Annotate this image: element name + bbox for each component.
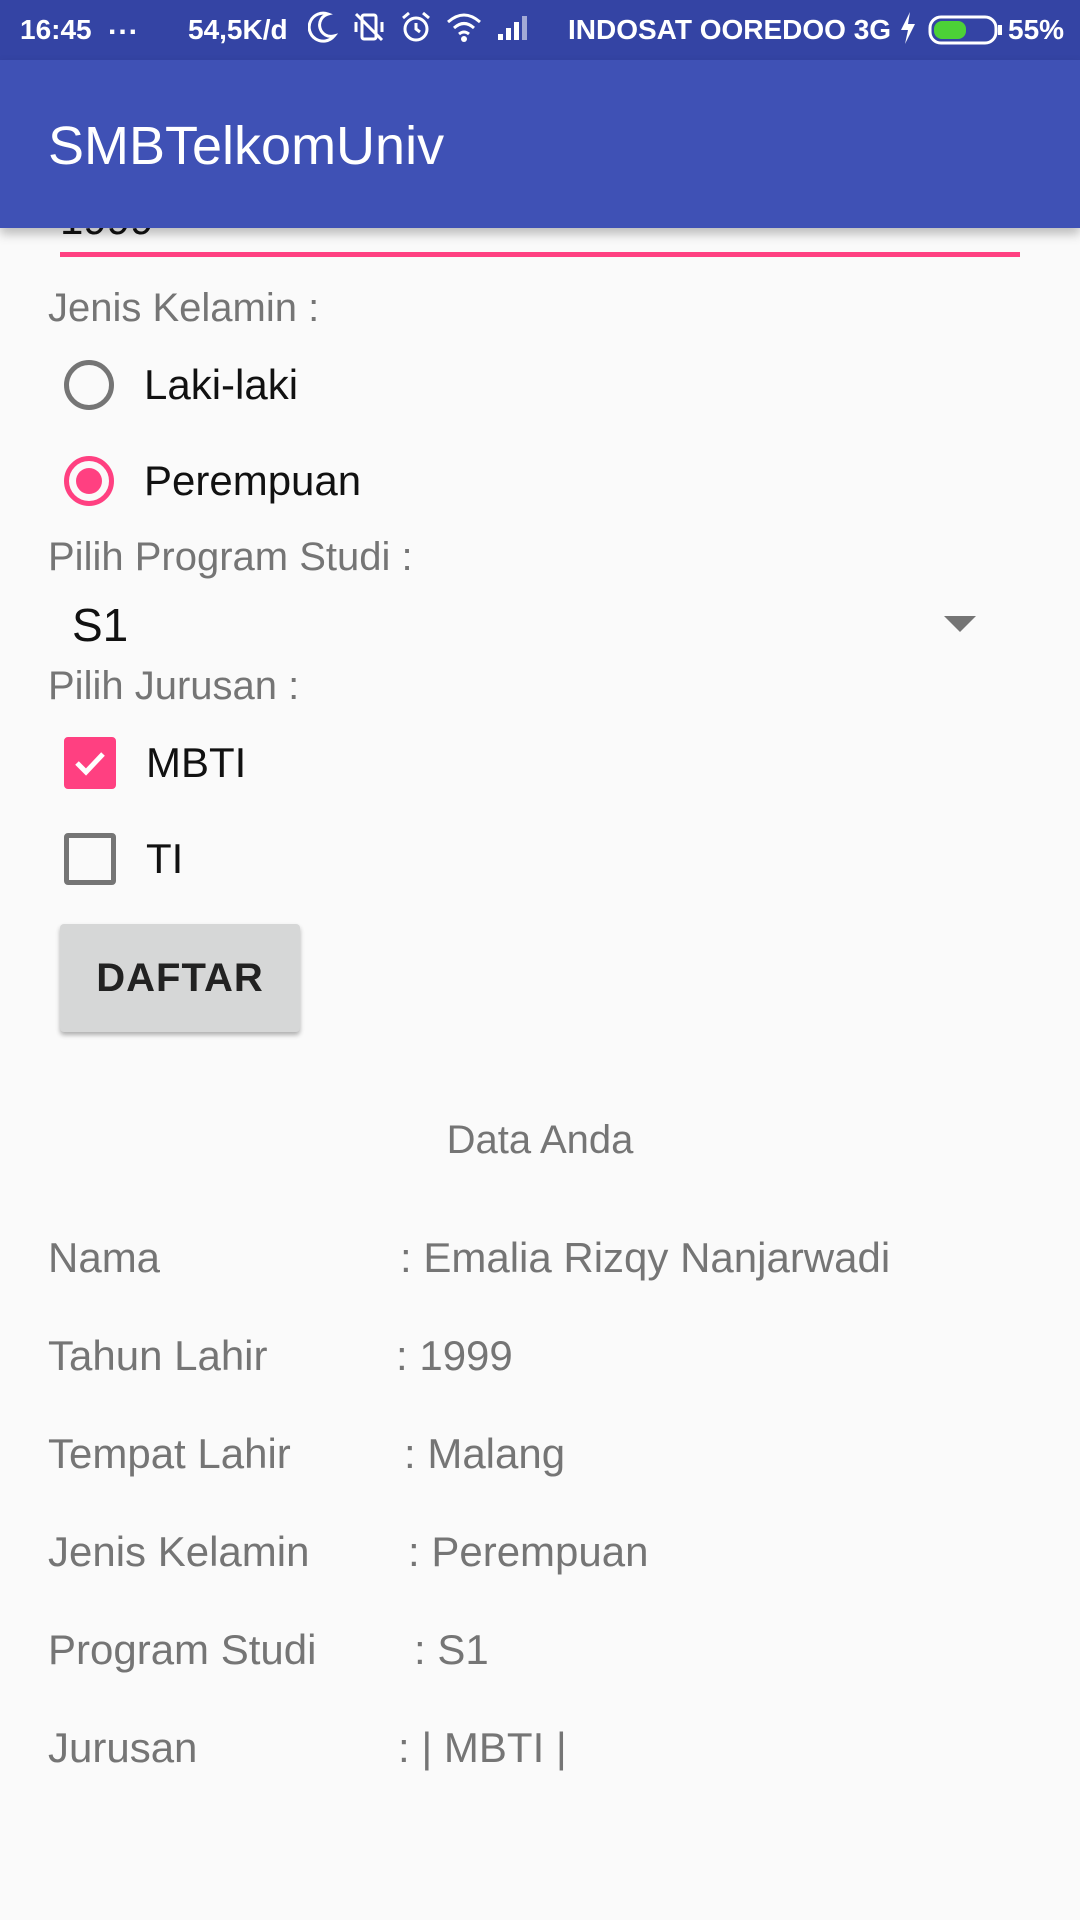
radio-perempuan[interactable]: Perempuan (64, 446, 361, 516)
result-value: : Malang (404, 1430, 566, 1477)
app-bar: SMBTelkomUniv (0, 60, 1080, 228)
result-title: Data Anda (446, 1118, 634, 1162)
result-key: Tempat Lahir (48, 1430, 291, 1477)
status-bar: 16:45 ... 54,5K/d INDOSAT OOREDOO 3G 55% (0, 0, 1080, 60)
checkbox-ti[interactable]: TI (64, 824, 183, 894)
radio-checked-icon (64, 456, 114, 506)
result-value: : 1999 (396, 1332, 513, 1379)
year-input-underline (60, 252, 1020, 257)
result-key: Nama (48, 1234, 161, 1281)
radio-unchecked-icon (64, 360, 114, 410)
program-spinner[interactable]: S1 (48, 590, 988, 660)
checkbox-mbti[interactable]: MBTI (64, 728, 246, 798)
app-title: SMBTelkomUniv (48, 116, 445, 176)
checkbox-checked-icon (64, 737, 116, 789)
wifi-icon (447, 13, 481, 42)
alarm-icon (402, 11, 430, 42)
program-label: Pilih Program Studi : (48, 535, 413, 579)
daftar-button[interactable]: DAFTAR (60, 924, 300, 1032)
radio-label: Perempuan (144, 457, 362, 504)
vibrate-off-icon (354, 12, 384, 42)
result-value: : | MBTI | (398, 1724, 567, 1771)
result-row: Nama : Emalia Rizqy Nanjarwadi (48, 1234, 1048, 1294)
status-icons (308, 10, 530, 44)
result-row: Tahun Lahir : 1999 (48, 1332, 1048, 1392)
program-selected-value: S1 (72, 599, 129, 651)
battery-level-fill (934, 21, 966, 39)
status-time: 16:45 (20, 14, 92, 45)
result-key: Program Studi (48, 1626, 317, 1673)
network-speed: 54,5K/d (188, 14, 288, 45)
result-row: Tempat Lahir : Malang (48, 1430, 1048, 1490)
signal-icon (498, 16, 527, 40)
checkbox-label: TI (146, 835, 184, 882)
major-label: Pilih Jurusan : (48, 664, 300, 708)
result-key: Jenis Kelamin (48, 1528, 310, 1575)
result-value: : S1 (414, 1626, 489, 1673)
battery-icon (928, 15, 1002, 45)
carrier-name: INDOSAT OOREDOO 3G (568, 14, 892, 45)
gender-label: Jenis Kelamin : (48, 286, 320, 330)
moon-icon (308, 11, 338, 43)
charging-icon (901, 12, 915, 44)
result-key: Jurusan (48, 1724, 198, 1771)
notification-dots: ... (108, 8, 140, 41)
result-row: Jurusan : | MBTI | (48, 1724, 1048, 1784)
dropdown-arrow-icon (944, 616, 976, 632)
checkbox-unchecked-icon (64, 833, 116, 885)
radio-laki-laki[interactable]: Laki-laki (64, 350, 298, 420)
battery-percent: 55% (1008, 14, 1065, 45)
result-value: : Perempuan (408, 1528, 649, 1575)
checkmark-icon (75, 752, 105, 776)
checkbox-label: MBTI (146, 739, 247, 786)
radio-label: Laki-laki (144, 361, 299, 408)
result-key: Tahun Lahir (48, 1332, 268, 1379)
result-row: Jenis Kelamin : Perempuan (48, 1528, 1048, 1588)
result-row: Program Studi : S1 (48, 1626, 1048, 1686)
result-value: : Emalia Rizqy Nanjarwadi (400, 1234, 891, 1281)
